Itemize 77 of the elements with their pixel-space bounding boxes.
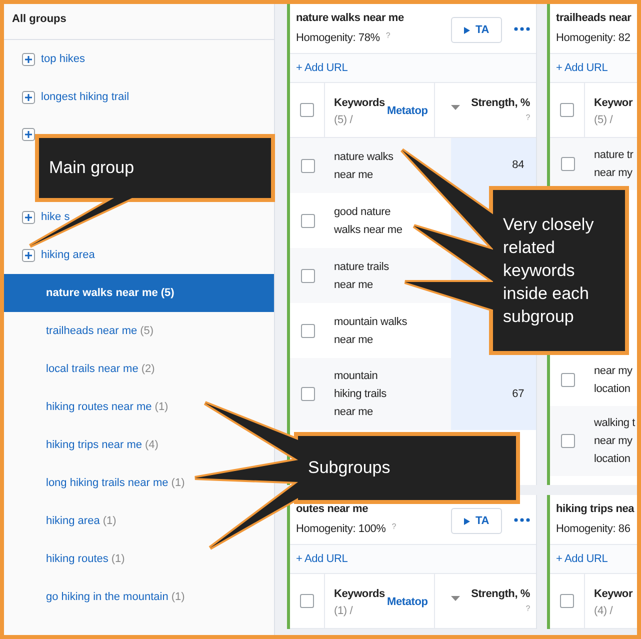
homogeneity-text: Homogenity: 86: [556, 522, 630, 536]
more-icon[interactable]: [514, 27, 530, 31]
keyword-text: walking t near my location: [594, 416, 635, 467]
checkbox[interactable]: [300, 158, 314, 172]
add-url-link[interactable]: + Add URL: [296, 60, 348, 76]
keyword-count: (1) /: [334, 604, 354, 618]
subgroup-item[interactable]: go hiking in the mountain (1): [46, 578, 185, 616]
sort-caret-icon[interactable]: [451, 596, 460, 601]
checkbox[interactable]: [300, 103, 314, 117]
homogeneity-text: Homogenity: 100%: [296, 522, 386, 536]
strength-header: Strength, %: [471, 587, 530, 602]
homogeneity-text: Homogenity: 82: [556, 30, 630, 46]
group-link[interactable]: hiking area: [41, 246, 95, 264]
checkbox[interactable]: [560, 594, 574, 608]
callout-text: Very closely related keywords inside each subgroup: [503, 214, 595, 328]
help-mark[interactable]: ?: [386, 30, 390, 42]
card-title: nature walks near me: [296, 11, 405, 26]
subgroup-item[interactable]: hiking trips near me (4): [46, 426, 158, 464]
ta-button[interactable]: TA: [450, 508, 502, 534]
group-link[interactable]: hike s: [41, 208, 70, 226]
keyword-text: good nature walks near me: [334, 204, 402, 238]
play-icon: [464, 26, 470, 34]
keyword-text: mountain hiking trails near me: [334, 369, 386, 420]
group-link[interactable]: longest hiking trail: [41, 88, 130, 106]
checkbox[interactable]: [560, 103, 574, 117]
checkbox[interactable]: [560, 373, 574, 387]
help-mark[interactable]: ?: [526, 112, 530, 124]
expand-icon[interactable]: [22, 210, 35, 224]
card-title: trailheads near: [556, 11, 632, 26]
subgroup-item[interactable]: hiking routes near me (1): [46, 388, 168, 426]
strength-cell: 67: [451, 358, 536, 430]
expand-icon[interactable]: [22, 248, 35, 262]
card-title: outes near me: [296, 502, 369, 517]
strength-header: Strength, %: [471, 96, 530, 111]
subgroup-item[interactable]: hiking area (1): [46, 502, 116, 540]
checkbox[interactable]: [560, 157, 574, 171]
strength-cell: 84: [451, 138, 536, 193]
metatop-link[interactable]: Metatop: [386, 103, 428, 120]
callout-text: Main group: [49, 157, 134, 180]
ta-button[interactable]: TA: [450, 17, 502, 43]
subgroup-item[interactable]: local trails near me (2): [46, 350, 155, 388]
callout-text: Subgroups: [308, 457, 390, 480]
checkbox[interactable]: [300, 324, 314, 338]
subgroup-item[interactable]: hiking routes (1): [46, 540, 125, 578]
subgroup-item[interactable]: trailheads near me (5): [46, 312, 154, 350]
keyword-count: (5) /: [334, 112, 354, 128]
expand-icon[interactable]: [22, 128, 35, 141]
homogeneity-text: Homogenity: 78%: [296, 30, 380, 46]
checkbox[interactable]: [300, 387, 314, 401]
help-mark[interactable]: ?: [526, 602, 530, 614]
add-url-link[interactable]: + Add URL: [296, 550, 348, 568]
keywords-header: Keywords: [334, 96, 385, 111]
keywords-header: Keywor: [594, 587, 633, 602]
keyword-text: nature walks near me: [334, 150, 394, 182]
subgroup-item[interactable]: long hiking trails near me (1): [46, 464, 185, 502]
expand-icon[interactable]: [22, 90, 35, 104]
expand-icon[interactable]: [22, 52, 35, 66]
keyword-text: mountain walks near me: [334, 314, 408, 348]
checkbox[interactable]: [560, 434, 574, 448]
keyword-text: nature trails near me: [334, 260, 389, 292]
sort-caret-icon[interactable]: [451, 105, 460, 110]
keyword-count: (4) /: [594, 604, 614, 618]
help-mark[interactable]: ?: [392, 520, 396, 532]
checkbox[interactable]: [300, 268, 314, 282]
metatop-link[interactable]: Metatop: [386, 594, 428, 610]
keyword-text: nature tr near my: [594, 148, 634, 181]
more-icon[interactable]: [514, 518, 530, 522]
keyword-text: near my location: [594, 364, 632, 397]
keyword-count: (5) /: [594, 112, 614, 128]
checkbox[interactable]: [300, 594, 314, 608]
keywords-header: Keywords: [334, 587, 385, 602]
card-title: hiking trips nea: [556, 502, 636, 517]
checkbox[interactable]: [300, 214, 314, 228]
sidebar-title: All groups: [12, 12, 66, 28]
keywords-header: Keywor: [594, 96, 633, 111]
group-link[interactable]: top hikes: [41, 50, 86, 68]
play-icon: [464, 518, 470, 524]
